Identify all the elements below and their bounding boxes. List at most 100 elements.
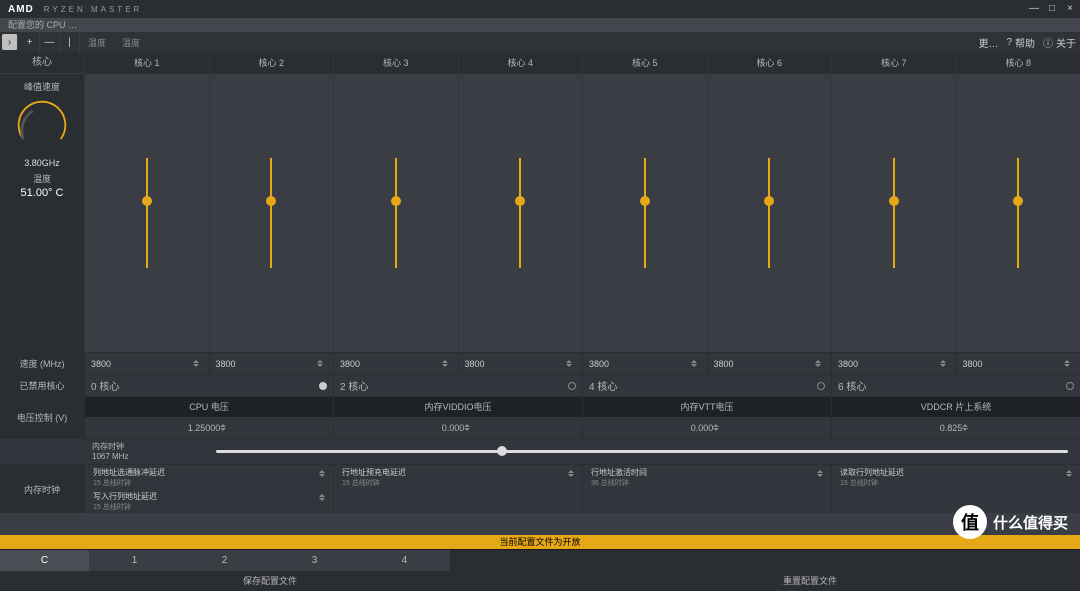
chevron-down-icon[interactable] (464, 428, 470, 431)
profile-tab[interactable]: 2 (180, 550, 270, 571)
slider-thumb-icon[interactable] (889, 196, 899, 206)
chevron-down-icon[interactable] (713, 428, 719, 431)
profile-tab[interactable]: 3 (270, 550, 360, 571)
voltage-input[interactable]: 0.000 (333, 417, 582, 438)
timing-input[interactable]: 行地址激活时间 36 总线时钟 (582, 465, 831, 489)
core-speed-slider[interactable] (708, 74, 832, 352)
stepper[interactable] (1064, 360, 1074, 367)
stepper[interactable] (442, 360, 452, 367)
chevron-up-icon[interactable] (442, 360, 448, 363)
chevron-up-icon[interactable] (1066, 470, 1072, 473)
radio-icon[interactable] (1066, 382, 1074, 390)
chevron-down-icon[interactable] (815, 364, 821, 367)
chevron-up-icon[interactable] (962, 424, 968, 427)
speed-input[interactable]: 3800 (956, 353, 1080, 374)
disabled-cores-option[interactable]: 0 核心 (84, 375, 333, 396)
chevron-up-icon[interactable] (566, 360, 572, 363)
timing-input[interactable]: 读取行列地址延迟 15 总线时钟 (831, 465, 1080, 489)
slider-thumb-icon[interactable] (142, 196, 152, 206)
toolbar-tab-1[interactable]: 温度 (80, 36, 114, 49)
stepper[interactable] (713, 424, 723, 431)
profile-tab[interactable]: 1 (90, 550, 180, 571)
stepper[interactable] (1066, 470, 1076, 477)
add-button[interactable]: + (20, 32, 40, 52)
voltage-input[interactable]: 0.825 (831, 417, 1080, 438)
stepper[interactable] (193, 360, 203, 367)
speed-input[interactable]: 3800 (84, 353, 209, 374)
slider-thumb-icon[interactable] (391, 196, 401, 206)
minimize-button[interactable]: — (1028, 2, 1040, 14)
speed-input[interactable]: 3800 (582, 353, 707, 374)
maximize-button[interactable]: □ (1046, 2, 1058, 14)
chevron-down-icon[interactable] (1064, 364, 1070, 367)
core-speed-slider[interactable] (210, 74, 334, 352)
core-speed-slider[interactable] (832, 74, 956, 352)
slider-thumb-icon[interactable] (515, 196, 525, 206)
chevron-up-icon[interactable] (193, 360, 199, 363)
chevron-down-icon[interactable] (319, 498, 325, 501)
speed-input[interactable]: 3800 (333, 353, 458, 374)
about-button[interactable]: ⓘ 关于 (1043, 35, 1076, 50)
core-speed-slider[interactable] (334, 74, 458, 352)
core-speed-slider[interactable] (85, 74, 209, 352)
chevron-down-icon[interactable] (319, 474, 325, 477)
chevron-up-icon[interactable] (319, 470, 325, 473)
stepper[interactable] (815, 360, 825, 367)
speed-input[interactable]: 3800 (458, 353, 583, 374)
chevron-up-icon[interactable] (220, 424, 226, 427)
timing-input[interactable]: 写入行列地址延迟 15 总线时钟 (84, 489, 333, 513)
stepper[interactable] (817, 470, 827, 477)
speed-input[interactable]: 3800 (209, 353, 334, 374)
voltage-input[interactable]: 0.000 (582, 417, 831, 438)
slider-thumb-icon[interactable] (1013, 196, 1023, 206)
chevron-up-icon[interactable] (317, 360, 323, 363)
help-button[interactable]: ? 帮助 (1006, 35, 1035, 50)
chevron-up-icon[interactable] (713, 424, 719, 427)
chevron-down-icon[interactable] (691, 364, 697, 367)
stepper[interactable] (317, 360, 327, 367)
radio-icon[interactable] (817, 382, 825, 390)
chevron-down-icon[interactable] (1066, 474, 1072, 477)
stepper[interactable] (319, 494, 329, 501)
stepper[interactable] (319, 470, 329, 477)
core-speed-slider[interactable] (583, 74, 707, 352)
speed-input[interactable]: 3800 (831, 353, 956, 374)
reset-profile-button[interactable]: 重置配置文件 (540, 571, 1080, 591)
radio-icon[interactable] (568, 382, 576, 390)
stepper[interactable] (962, 424, 972, 431)
disabled-cores-option[interactable]: 2 核心 (333, 375, 582, 396)
slider-thumb-icon[interactable] (497, 446, 507, 456)
core-speed-slider[interactable] (459, 74, 583, 352)
expand-button[interactable]: › (2, 34, 18, 50)
slider-thumb-icon[interactable] (266, 196, 276, 206)
stepper[interactable] (464, 424, 474, 431)
chevron-down-icon[interactable] (568, 474, 574, 477)
chevron-down-icon[interactable] (962, 428, 968, 431)
profile-tab[interactable]: C (0, 550, 90, 571)
stepper[interactable] (940, 360, 950, 367)
chevron-up-icon[interactable] (319, 494, 325, 497)
remove-button[interactable]: — (40, 32, 60, 52)
disabled-cores-option[interactable]: 4 核心 (582, 375, 831, 396)
chevron-down-icon[interactable] (442, 364, 448, 367)
save-profile-button[interactable]: 保存配置文件 (0, 571, 540, 591)
timing-input[interactable]: 列地址选通脉冲延迟 15 总线时钟 (84, 465, 333, 489)
chevron-up-icon[interactable] (815, 360, 821, 363)
slider-thumb-icon[interactable] (640, 196, 650, 206)
more-button[interactable]: 更… (978, 35, 998, 50)
chevron-up-icon[interactable] (568, 470, 574, 473)
chevron-up-icon[interactable] (464, 424, 470, 427)
radio-icon[interactable] (319, 382, 327, 390)
core-speed-slider[interactable] (957, 74, 1080, 352)
chevron-down-icon[interactable] (566, 364, 572, 367)
voltage-input[interactable]: 1.25000 (84, 417, 333, 438)
chevron-up-icon[interactable] (940, 360, 946, 363)
stepper[interactable] (568, 470, 578, 477)
chevron-up-icon[interactable] (1064, 360, 1070, 363)
chevron-down-icon[interactable] (817, 474, 823, 477)
memory-clock-slider[interactable] (216, 450, 1068, 453)
stepper[interactable] (220, 424, 230, 431)
stepper[interactable] (566, 360, 576, 367)
chevron-up-icon[interactable] (817, 470, 823, 473)
chevron-down-icon[interactable] (940, 364, 946, 367)
